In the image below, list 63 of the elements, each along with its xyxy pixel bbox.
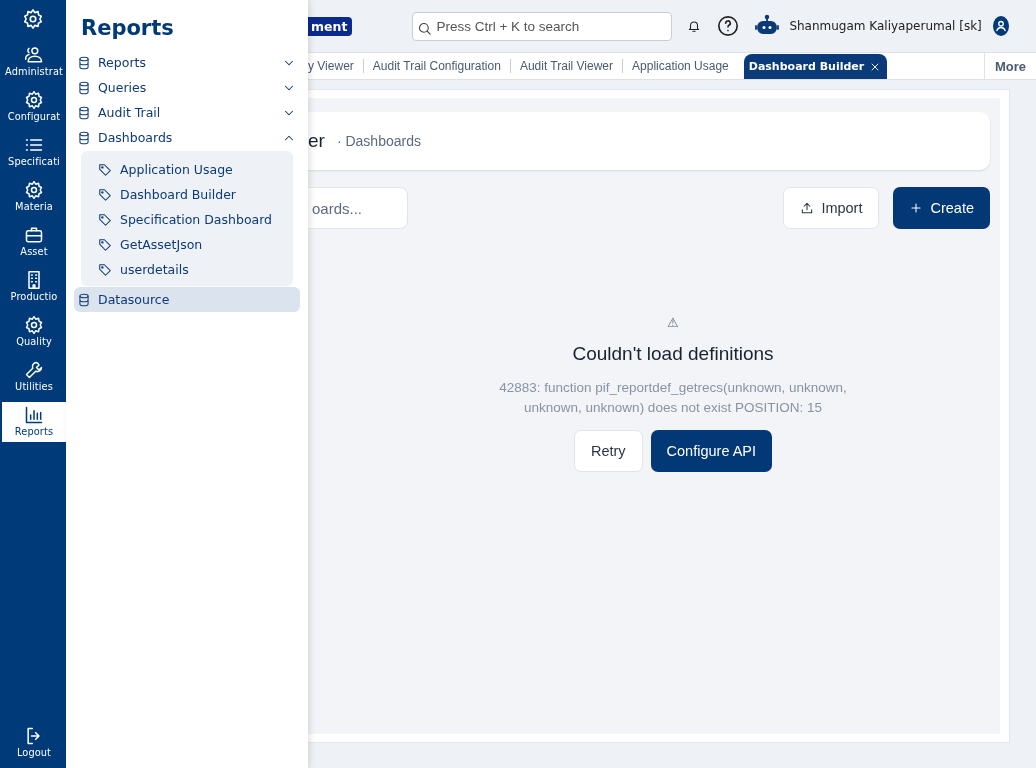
tag-icon xyxy=(98,187,112,202)
menu-item[interactable]: Dashboards xyxy=(74,125,300,150)
bell-icon[interactable] xyxy=(687,19,702,33)
tab[interactable]: Audit Trail Viewer xyxy=(510,59,624,73)
gear-icon xyxy=(24,90,44,110)
tab[interactable]: Application Usage xyxy=(623,59,738,73)
nav-rail-item[interactable]: Specificati xyxy=(2,132,66,172)
database-icon xyxy=(77,105,91,120)
database-icon xyxy=(77,80,91,95)
retry-button[interactable]: Retry xyxy=(573,430,643,472)
nav-rail-item[interactable]: Configurat xyxy=(2,87,66,127)
error-title: Couldn't load definitions xyxy=(572,343,774,365)
tab[interactable]: y Viewer xyxy=(308,59,364,73)
database-icon xyxy=(77,55,91,70)
nav-rail-item[interactable]: Productio xyxy=(2,267,66,307)
avatar-icon[interactable] xyxy=(992,16,1009,36)
wrench-icon xyxy=(24,360,44,380)
menu-item[interactable]: Audit Trail xyxy=(74,100,300,125)
import-button[interactable]: Import xyxy=(783,187,880,229)
user-name: Shanmugam Kaliyaperumal [sk] xyxy=(789,19,982,33)
breadcrumb: · Dashboards xyxy=(336,133,421,149)
bar-chart-icon xyxy=(24,405,44,425)
tag-icon xyxy=(98,212,112,227)
people-icon xyxy=(24,45,44,65)
submenu-item[interactable]: Dashboard Builder xyxy=(81,182,293,207)
menu-item[interactable]: Datasource xyxy=(74,287,300,312)
help-icon[interactable] xyxy=(717,15,740,37)
tab[interactable]: Dashboard Builder xyxy=(743,54,888,79)
search-field[interactable]: Press Ctrl + K to search xyxy=(412,11,673,41)
page-title: er xyxy=(308,130,325,152)
tag-icon xyxy=(98,162,112,177)
upload-icon xyxy=(800,201,815,215)
submenu-item[interactable]: Application Usage xyxy=(81,157,293,182)
configure-api-button[interactable]: Configure API xyxy=(650,430,773,472)
submenu-item[interactable]: userdetails xyxy=(81,257,293,282)
search-icon xyxy=(417,21,433,36)
panel-title: Reports xyxy=(80,16,175,42)
tag-icon xyxy=(98,237,112,252)
error-message: 42883: function pif_reportdef_getrecs(unknown, unknown, unknown, unknown) does not exist POSITION: 15 xyxy=(498,379,848,417)
nav-rail-item[interactable]: Administrat xyxy=(2,42,66,82)
environment-badge: ment xyxy=(308,16,353,36)
logout-button[interactable]: Logout xyxy=(2,723,66,763)
warning-icon: ⚠ xyxy=(667,315,679,331)
briefcase-icon xyxy=(24,225,44,245)
submenu-item[interactable]: Specification Dashboard xyxy=(81,207,293,232)
database-icon xyxy=(77,130,91,145)
plus-icon xyxy=(909,201,924,215)
nav-rail-item[interactable]: Quality xyxy=(2,312,66,352)
create-button[interactable]: Create xyxy=(893,187,990,229)
tab[interactable]: Audit Trail Configuration xyxy=(363,59,511,73)
tag-icon xyxy=(98,262,112,277)
nav-rail-item[interactable]: Materia xyxy=(2,177,66,217)
gear-icon xyxy=(24,180,44,200)
nav-rail-item[interactable]: Utilities xyxy=(2,357,66,397)
gear-icon xyxy=(24,315,44,335)
gear-logo-icon xyxy=(22,8,44,30)
menu-item[interactable]: Queries xyxy=(74,75,300,100)
search-field[interactable]: oards... xyxy=(308,187,408,229)
nav-rail-item[interactable]: Reports xyxy=(2,402,66,442)
database-icon xyxy=(77,292,91,307)
menu-item[interactable]: Reports xyxy=(74,50,300,75)
nav-rail-item[interactable]: Asset xyxy=(2,222,66,262)
submenu-item[interactable]: GetAssetJson xyxy=(81,232,293,257)
